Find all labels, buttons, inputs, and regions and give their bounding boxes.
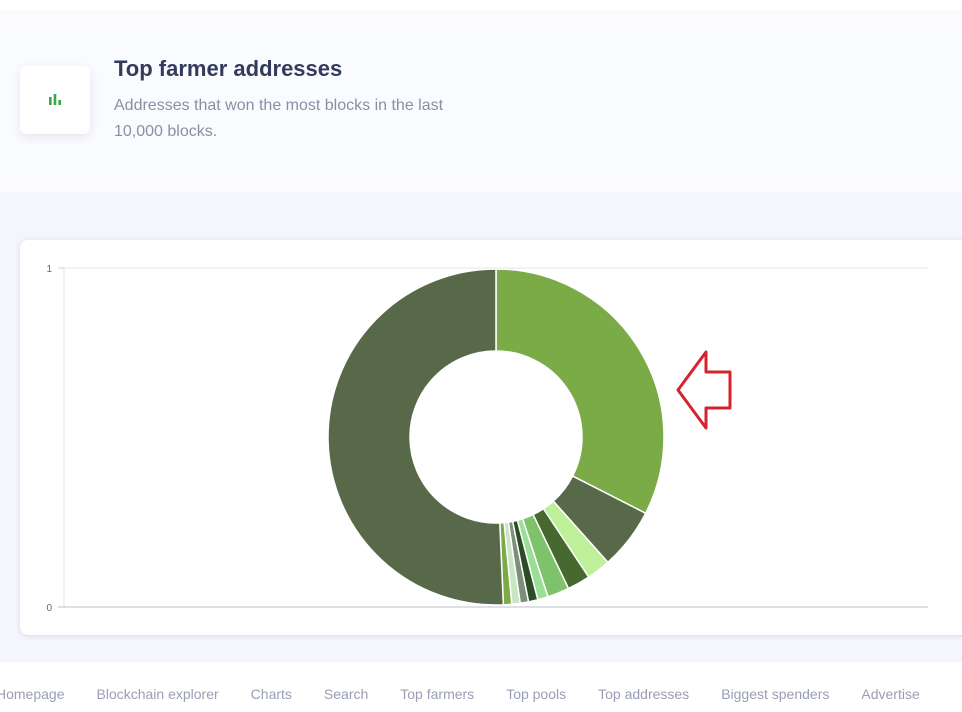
- page-subtitle: Addresses that won the most blocks in th…: [114, 97, 444, 140]
- pie-slice-11[interactable]: [327, 268, 505, 606]
- doughnut-chart: 10: [46, 264, 928, 614]
- y-tick-label: 1: [46, 264, 52, 275]
- footer-link-top-addresses[interactable]: Top addresses: [598, 686, 689, 702]
- bar-chart-icon: [49, 94, 61, 105]
- header-icon-box: [20, 66, 90, 134]
- footer-link-top-farmers[interactable]: Top farmers: [400, 686, 474, 702]
- annotation-arrow: [676, 350, 732, 430]
- footer-link-top-pools[interactable]: Top pools: [506, 686, 566, 702]
- pie-slice-1[interactable]: [495, 268, 665, 515]
- footer-link-search[interactable]: Search: [324, 686, 368, 702]
- page-title: Top farmer addresses: [114, 56, 343, 81]
- footer-nav: Homepage Blockchain explorer Charts Search T…: [0, 686, 920, 702]
- footer-link-charts[interactable]: Charts: [251, 686, 292, 702]
- footer-link-homepage[interactable]: Homepage: [0, 686, 65, 702]
- y-tick-label: 0: [46, 603, 52, 614]
- top-bar: [0, 0, 962, 10]
- footer-link-biggest-spenders[interactable]: Biggest spenders: [721, 686, 829, 702]
- footer-link-advertise[interactable]: Advertise: [861, 686, 919, 702]
- footer-link-blockchain-explorer[interactable]: Blockchain explorer: [97, 686, 219, 702]
- chart-card: 10: [20, 240, 962, 635]
